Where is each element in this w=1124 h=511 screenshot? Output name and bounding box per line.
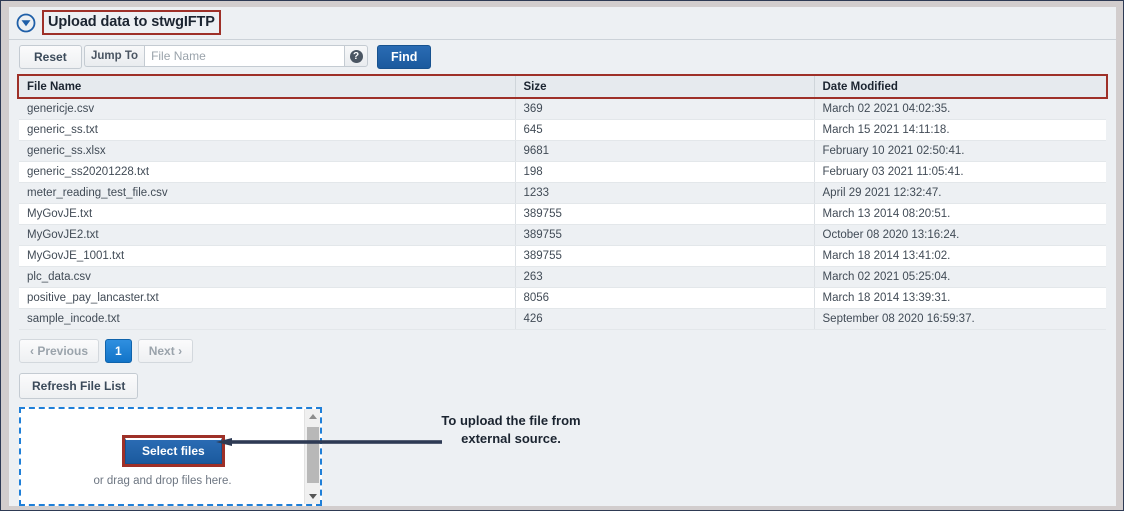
cell-size: 9681 <box>515 140 815 162</box>
page-title-highlight: Upload data to stwgIFTP <box>42 10 221 35</box>
cell-file-name: positive_pay_lancaster.txt <box>19 287 516 309</box>
scroll-down-arrow-icon[interactable] <box>305 489 321 504</box>
cell-date: March 18 2014 13:39:31. <box>814 287 1106 309</box>
jump-to-label: Jump To <box>84 45 145 67</box>
previous-page-button[interactable]: ‹ Previous <box>19 339 100 363</box>
cell-file-name: MyGovJE2.txt <box>19 224 516 246</box>
cell-file-name: genericje.csv <box>19 98 516 120</box>
reset-button[interactable]: Reset <box>19 45 82 69</box>
table-row[interactable]: sample_incode.txt 426 September 08 2020 16… <box>19 308 1106 330</box>
cell-file-name: sample_incode.txt <box>19 308 516 330</box>
find-button[interactable]: Find <box>377 45 432 69</box>
help-button[interactable]: ? <box>344 45 369 67</box>
table-row[interactable]: generic_ss.txt 645 March 15 2021 14:11:18. <box>19 119 1106 141</box>
table-row[interactable]: MyGovJE_1001.txt 389755 March 18 2014 13:4… <box>19 245 1106 267</box>
question-mark-icon: ? <box>349 49 363 63</box>
cell-size: 1233 <box>515 182 815 204</box>
cell-size: 645 <box>515 119 815 141</box>
cell-date: February 10 2021 02:50:41. <box>814 140 1106 162</box>
cell-date: March 13 2014 08:20:51. <box>814 203 1106 225</box>
pagination: ‹ Previous 1 Next › <box>19 339 1116 363</box>
page-title: Upload data to stwgIFTP <box>48 14 215 30</box>
cell-size: 8056 <box>515 287 815 309</box>
table-row[interactable]: MyGovJE.txt 389755 March 13 2014 08:20:51. <box>19 203 1106 225</box>
search-toolbar: Reset Jump To ? Find <box>9 40 1116 74</box>
file-list-table: File Name Size Date Modified genericje.c… <box>19 76 1106 330</box>
cell-date: October 08 2020 13:16:24. <box>814 224 1106 246</box>
column-header-file-name[interactable]: File Name <box>19 76 516 99</box>
refresh-row: Refresh File List <box>19 373 1116 399</box>
table-row[interactable]: generic_ss.xlsx 9681 February 10 2021 02:5… <box>19 140 1106 162</box>
scrollbar-thumb[interactable] <box>307 427 319 483</box>
circle-triangle-down-icon[interactable] <box>16 13 36 33</box>
cell-date: March 15 2021 14:11:18. <box>814 119 1106 141</box>
cell-file-name: plc_data.csv <box>19 266 516 288</box>
cell-date: September 08 2020 16:59:37. <box>814 308 1106 330</box>
annotation-text: To upload the file from external source. <box>441 413 581 446</box>
cell-date: February 03 2021 11:05:41. <box>814 161 1106 183</box>
cell-file-name: MyGovJE.txt <box>19 203 516 225</box>
table-row[interactable]: genericje.csv 369 March 02 2021 04:02:35. <box>19 98 1106 120</box>
cell-size: 198 <box>515 161 815 183</box>
table-row[interactable]: positive_pay_lancaster.txt 8056 March 18 2… <box>19 287 1106 309</box>
cell-file-name: MyGovJE_1001.txt <box>19 245 516 267</box>
dropzone-hint-text: or drag and drop files here. <box>93 475 232 487</box>
cell-size: 389755 <box>515 203 815 225</box>
cell-size: 369 <box>515 98 815 120</box>
cell-size: 389755 <box>515 245 815 267</box>
select-files-highlight: Select files <box>122 435 225 467</box>
column-header-size[interactable]: Size <box>515 76 815 99</box>
left-pointing-arrow-icon <box>216 438 442 446</box>
page-number-1-button[interactable]: 1 <box>105 339 132 363</box>
next-page-button[interactable]: Next › <box>137 339 194 363</box>
column-header-date-modified[interactable]: Date Modified <box>814 76 1106 99</box>
scroll-up-arrow-icon[interactable] <box>305 409 321 424</box>
application-window: Upload data to stwgIFTP Reset Jump To ? … <box>0 0 1124 511</box>
cell-file-name: generic_ss20201228.txt <box>19 161 516 183</box>
cell-file-name: meter_reading_test_file.csv <box>19 182 516 204</box>
table-header-row: File Name Size Date Modified <box>19 76 1106 99</box>
dropzone-scrollbar[interactable] <box>304 409 320 504</box>
window-frame-left <box>1 1 9 510</box>
cell-date: March 18 2014 13:41:02. <box>814 245 1106 267</box>
cell-date: April 29 2021 12:32:47. <box>814 182 1106 204</box>
cell-file-name: generic_ss.txt <box>19 119 516 141</box>
file-dropzone[interactable]: Select files or drag and drop files here… <box>19 407 322 506</box>
jump-to-input[interactable] <box>144 45 345 67</box>
table-row[interactable]: MyGovJE2.txt 389755 October 08 2020 13:16:… <box>19 224 1106 246</box>
cell-size: 426 <box>515 308 815 330</box>
table-row[interactable]: meter_reading_test_file.csv 1233 April 29 … <box>19 182 1106 204</box>
dropzone-inner: Select files or drag and drop files here… <box>21 409 320 504</box>
table-row[interactable]: generic_ss20201228.txt 198 February 03 202… <box>19 161 1106 183</box>
file-list-table-wrap: File Name Size Date Modified genericje.c… <box>17 74 1108 330</box>
jump-to-group: Jump To ? <box>84 45 369 67</box>
select-files-button[interactable]: Select files <box>125 438 222 464</box>
cell-size: 389755 <box>515 224 815 246</box>
cell-date: March 02 2021 05:25:04. <box>814 266 1106 288</box>
table-row[interactable]: plc_data.csv 263 March 02 2021 05:25:04. <box>19 266 1106 288</box>
cell-date: March 02 2021 04:02:35. <box>814 98 1106 120</box>
cell-size: 263 <box>515 266 815 288</box>
panel-header: Upload data to stwgIFTP <box>9 7 1116 40</box>
cell-file-name: generic_ss.xlsx <box>19 140 516 162</box>
refresh-file-list-button[interactable]: Refresh File List <box>19 373 139 399</box>
